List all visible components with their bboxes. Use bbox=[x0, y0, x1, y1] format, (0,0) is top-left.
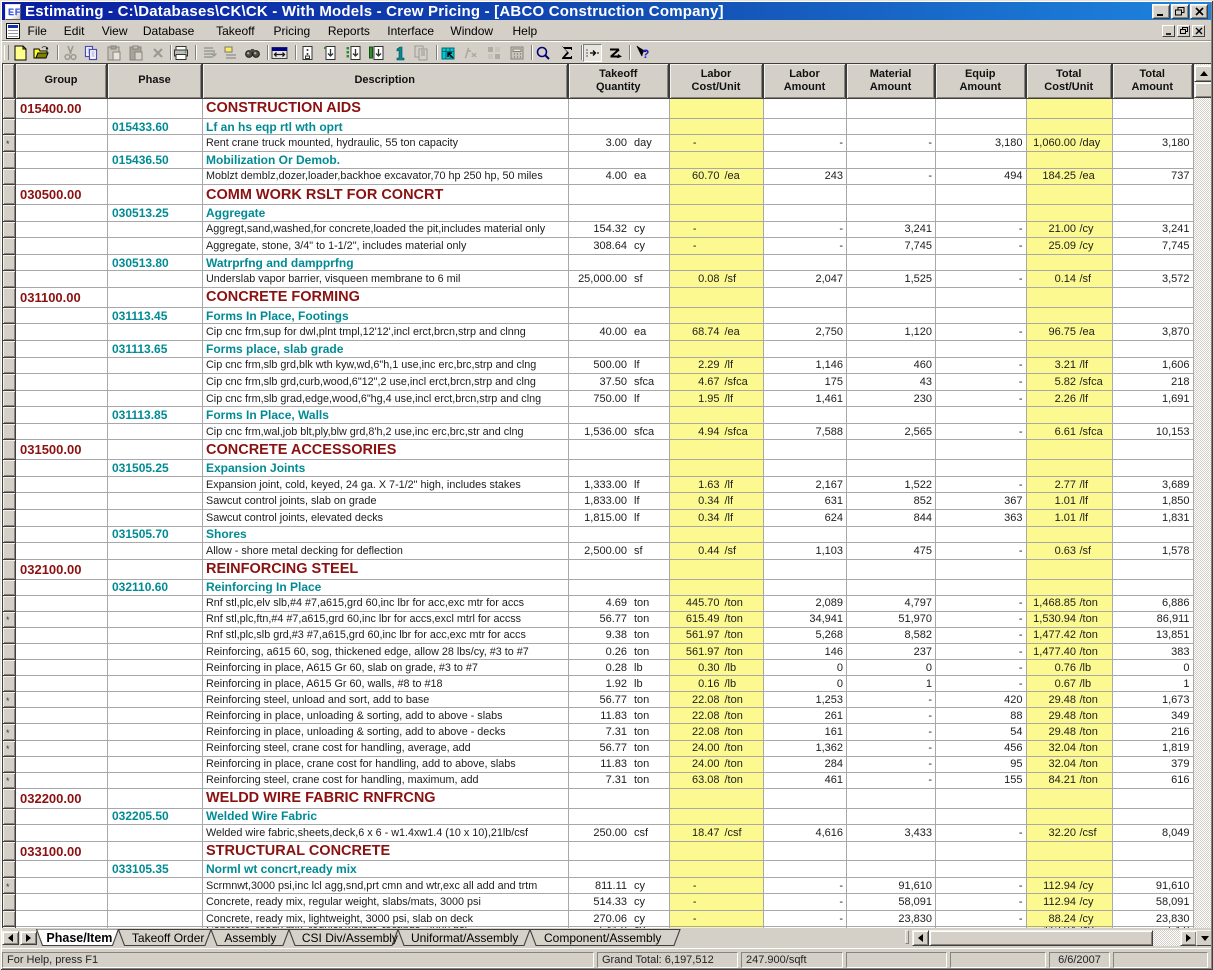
svg-text:Assembly: Assembly bbox=[224, 931, 276, 945]
svg-text:Component/Assembly: Component/Assembly bbox=[544, 931, 661, 945]
svg-text:CSI Div/Assembly: CSI Div/Assembly bbox=[302, 931, 398, 945]
svg-text:Phase/Item: Phase/Item bbox=[46, 931, 112, 945]
svg-text:Uniformat/Assembly: Uniformat/Assembly bbox=[411, 931, 518, 945]
svg-text:?: ? bbox=[642, 47, 649, 61]
svg-text:Takeoff Order: Takeoff Order bbox=[132, 931, 204, 945]
